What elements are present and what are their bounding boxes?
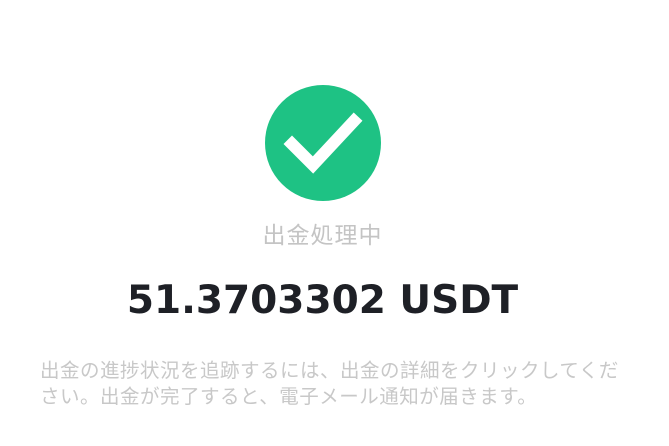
- check-icon: [265, 85, 381, 201]
- check-circle-icon: [265, 85, 381, 201]
- info-message: 出金の進捗状況を追跡するには、出金の詳細をクリックしてください。出金が完了すると…: [40, 359, 619, 408]
- withdrawal-status-screen: 出金処理中 51.3703302 USDT 出金の進捗状況を追跡するには、出金の…: [0, 0, 669, 446]
- withdrawal-amount: 51.3703302 USDT: [126, 278, 519, 323]
- status-label: 出金処理中: [262, 223, 383, 249]
